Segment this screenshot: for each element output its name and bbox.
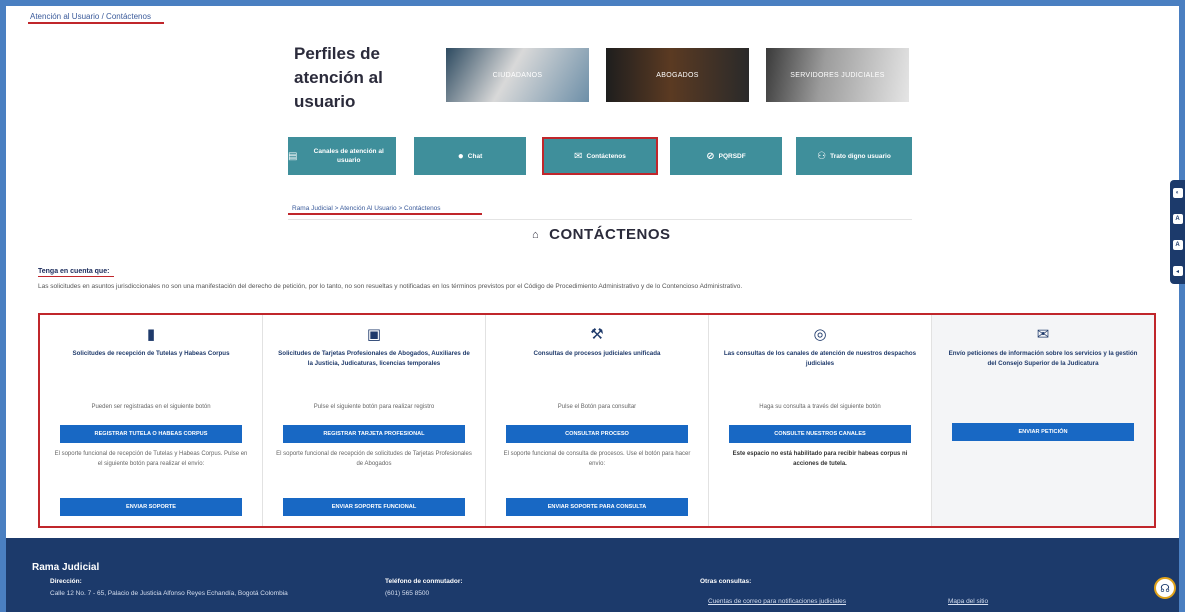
book-icon: ▤ xyxy=(288,150,298,162)
document-icon: ▮ xyxy=(146,326,156,343)
consultar-proceso-button[interactable]: CONSULTAR PROCESO xyxy=(506,425,688,443)
nav-pqrsdf-button[interactable]: ⊘ PQRSDF xyxy=(670,137,782,175)
gavel-icon: ⚒ xyxy=(590,326,604,343)
profile-label: Servidores Judiciales xyxy=(790,71,885,79)
breadcrumb-underline xyxy=(288,213,482,215)
nav-canales-button[interactable]: ▤ Canales de atención al usuario xyxy=(288,137,396,175)
enviar-soporte-consulta-button[interactable]: ENVIAR SOPORTE PARA CONSULTA xyxy=(506,498,688,516)
nav-label: Chat xyxy=(467,152,483,160)
divider xyxy=(288,219,912,220)
nav-label: Canales de atención al usuario xyxy=(313,148,384,164)
enviar-peticion-button[interactable]: ENVIAR PETICIÓN xyxy=(952,423,1134,441)
headset-icon: ◎ xyxy=(813,326,827,343)
profile-servidores[interactable]: Servidores Judiciales xyxy=(766,48,909,102)
collapse-icon[interactable]: ◂ xyxy=(1172,266,1183,276)
registrar-tarjeta-button[interactable]: REGISTRAR TARJETA PROFESIONAL xyxy=(283,425,465,443)
profile-label: Abogados xyxy=(656,71,699,79)
card-tarjetas: ▣ Solicitudes de Tarjetas Profesionales … xyxy=(263,315,486,526)
profile-label: Ciudadanos xyxy=(492,71,543,79)
other-label: Otras consultas: xyxy=(700,578,752,585)
card-title: Consultas de procesos judiciales unifica… xyxy=(533,350,661,357)
font-decrease-icon[interactable]: A xyxy=(1172,240,1183,250)
card-peticion: ✉ Envío peticiones de información sobre … xyxy=(932,315,1154,526)
contrast-icon[interactable]: ◐ xyxy=(1172,188,1183,198)
address-value: Calle 12 No. 7 - 65, Palacio de Justicia… xyxy=(50,590,288,597)
chat-icon: ● xyxy=(457,150,464,162)
profile-abogados[interactable]: Abogados xyxy=(606,48,749,102)
nav-contactenos-button[interactable]: ✉ Contáctenos xyxy=(542,137,658,175)
breadcrumb-item[interactable]: Rama Judicial xyxy=(292,205,333,212)
top-breadcrumb[interactable]: Atención al Usuario / Contáctenos xyxy=(30,12,151,21)
card-note: El soporte funcional de recepción de Tut… xyxy=(54,451,248,467)
nav-label: Contáctenos xyxy=(586,152,626,160)
card-canales: ◎ Las consultas de los canales de atenci… xyxy=(709,315,932,526)
enviar-soporte-button[interactable]: ENVIAR SOPORTE xyxy=(60,498,242,516)
card-desc: Haga su consulta a través del siguiente … xyxy=(759,404,881,410)
people-icon: ⚇ xyxy=(817,150,827,162)
headset-icon: ☊ xyxy=(1160,582,1170,595)
page-title: ⌂ CONTÁCTENOS xyxy=(532,226,671,243)
card-note: El soporte funcional de consulta de proc… xyxy=(503,451,691,467)
phone-label: Teléfono de conmutador: xyxy=(385,578,463,585)
notice-heading: Tenga en cuenta que: xyxy=(38,268,110,275)
notice-underline xyxy=(38,276,114,277)
footer: Rama Judicial Dirección: Calle 12 No. 7 … xyxy=(6,538,1179,612)
profile-ciudadanos[interactable]: Ciudadanos xyxy=(446,48,589,102)
footer-title: Rama Judicial xyxy=(32,562,100,573)
notice-body: Las solicitudes en asuntos jurisdicciona… xyxy=(38,283,743,290)
home-icon: ⌂ xyxy=(532,228,540,241)
card-note: Este espacio no está habilitado para rec… xyxy=(732,451,908,467)
accessibility-toolbar: ◐ A A ◂ xyxy=(1170,180,1185,284)
profiles-title: Perfiles de atención al usuario xyxy=(294,44,383,111)
paperclip-icon: ⊘ xyxy=(706,150,715,162)
card-title: Las consultas de los canales de atención… xyxy=(723,350,917,367)
card-desc: Pulse el Botón para consultar xyxy=(557,404,637,410)
enviar-soporte-funcional-button[interactable]: ENVIAR SOPORTE FUNCIONAL xyxy=(283,498,465,516)
card-procesos: ⚒ Consultas de procesos judiciales unifi… xyxy=(486,315,709,526)
consulte-canales-button[interactable]: CONSULTE NUESTROS CANALES xyxy=(729,425,911,443)
breadcrumb: Rama Judicial > Atención Al Usuario > Co… xyxy=(292,205,441,212)
footer-link-correos[interactable]: Cuentas de correo para notificaciones ju… xyxy=(708,598,846,605)
page-title-text: CONTÁCTENOS xyxy=(549,226,671,243)
help-button[interactable]: ☊ xyxy=(1154,577,1176,599)
card-title: Solicitudes de recepción de Tutelas y Ha… xyxy=(72,350,230,357)
address-label: Dirección: xyxy=(50,578,82,585)
card-desc: Pueden ser registradas en el siguiente b… xyxy=(91,404,211,410)
top-breadcrumb-underline xyxy=(28,22,164,24)
phone-value: (601) 565 8500 xyxy=(385,590,430,597)
registrar-tutela-button[interactable]: REGISTRAR TUTELA O HABEAS CORPUS xyxy=(60,425,242,443)
breadcrumb-item[interactable]: Atención Al Usuario xyxy=(340,205,397,212)
nav-label: PQRSDF xyxy=(718,152,746,160)
card-desc: Pulse el siguiente botón para realizar r… xyxy=(313,404,435,410)
nav-trato-button[interactable]: ⚇ Trato digno usuario xyxy=(796,137,912,175)
breadcrumb-item[interactable]: Contáctenos xyxy=(404,205,441,212)
nav-label: Trato digno usuario xyxy=(830,152,891,160)
contact-cards: ▮ Solicitudes de recepción de Tutelas y … xyxy=(38,313,1156,528)
envelope-icon: ✉ xyxy=(1036,326,1050,343)
id-card-icon: ▣ xyxy=(366,326,382,343)
footer-link-mapa[interactable]: Mapa del sitio xyxy=(948,598,988,605)
card-tutelas: ▮ Solicitudes de recepción de Tutelas y … xyxy=(40,315,263,526)
nav-chat-button[interactable]: ● Chat xyxy=(414,137,526,175)
envelope-open-icon: ✉ xyxy=(574,150,583,162)
card-title: Solicitudes de Tarjetas Profesionales de… xyxy=(278,350,470,367)
card-note: El soporte funcional de recepción de sol… xyxy=(276,451,472,467)
font-increase-icon[interactable]: A xyxy=(1172,214,1183,224)
card-title: Envío peticiones de información sobre lo… xyxy=(948,350,1138,367)
